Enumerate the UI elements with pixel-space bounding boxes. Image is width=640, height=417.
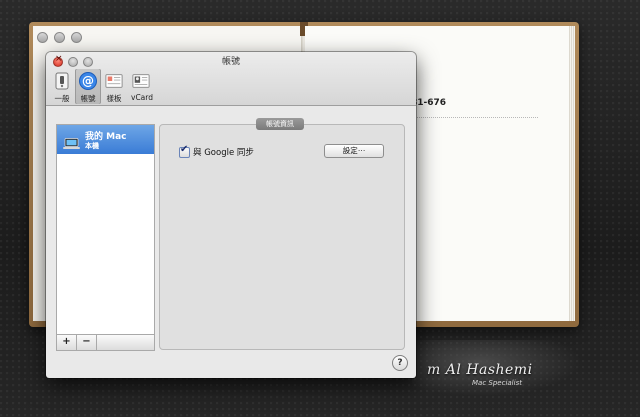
- watermark: m Al Hashemi Mac Specialist: [412, 340, 612, 400]
- watermark-name: m Al Hashemi: [427, 362, 533, 378]
- account-item-my-mac[interactable]: 我的 Mac 本機: [57, 125, 154, 154]
- google-sync-option[interactable]: 與 Google 同步: [179, 144, 254, 158]
- tab-vcard[interactable]: vCard: [127, 69, 157, 104]
- account-info-title: 帳號資訊: [256, 118, 304, 130]
- preference-tabs: 一般 @ 帳號 樣板 vCard: [49, 69, 157, 104]
- preferences-window: 帳號 一般 @ 帳號: [46, 52, 416, 378]
- book-zoom-button[interactable]: [71, 32, 82, 43]
- tab-vcard-label: vCard: [131, 93, 153, 102]
- at-sign-icon: @: [79, 72, 97, 90]
- template-card-icon: [105, 72, 123, 90]
- contact-divider: [411, 117, 538, 118]
- settings-button[interactable]: 設定⋯: [324, 144, 384, 158]
- laptop-icon: [63, 134, 80, 149]
- book-close-button[interactable]: [37, 32, 48, 43]
- book-page-edge: [569, 26, 575, 321]
- switch-icon: [53, 72, 71, 90]
- watermark-tagline: Mac Specialist: [472, 379, 522, 387]
- help-button[interactable]: ?: [392, 355, 408, 371]
- window-title: 帳號: [221, 57, 240, 67]
- list-footer-bar: + −: [56, 334, 155, 351]
- account-subtitle: 本機: [85, 142, 99, 150]
- svg-text:@: @: [82, 74, 94, 88]
- accounts-list: 我的 Mac 本機: [56, 124, 155, 350]
- google-sync-checkbox[interactable]: [179, 144, 190, 158]
- vcard-icon: [132, 72, 150, 90]
- add-account-button[interactable]: +: [57, 335, 77, 350]
- window-toolbar: 帳號 一般 @ 帳號: [46, 52, 416, 106]
- book-traffic-lights: [37, 32, 82, 43]
- google-sync-label[interactable]: 與 Google 同步: [193, 146, 254, 158]
- contact-phone-fragment: 81-676: [411, 98, 447, 108]
- book-minimize-button[interactable]: [54, 32, 65, 43]
- remove-account-button[interactable]: −: [77, 335, 97, 350]
